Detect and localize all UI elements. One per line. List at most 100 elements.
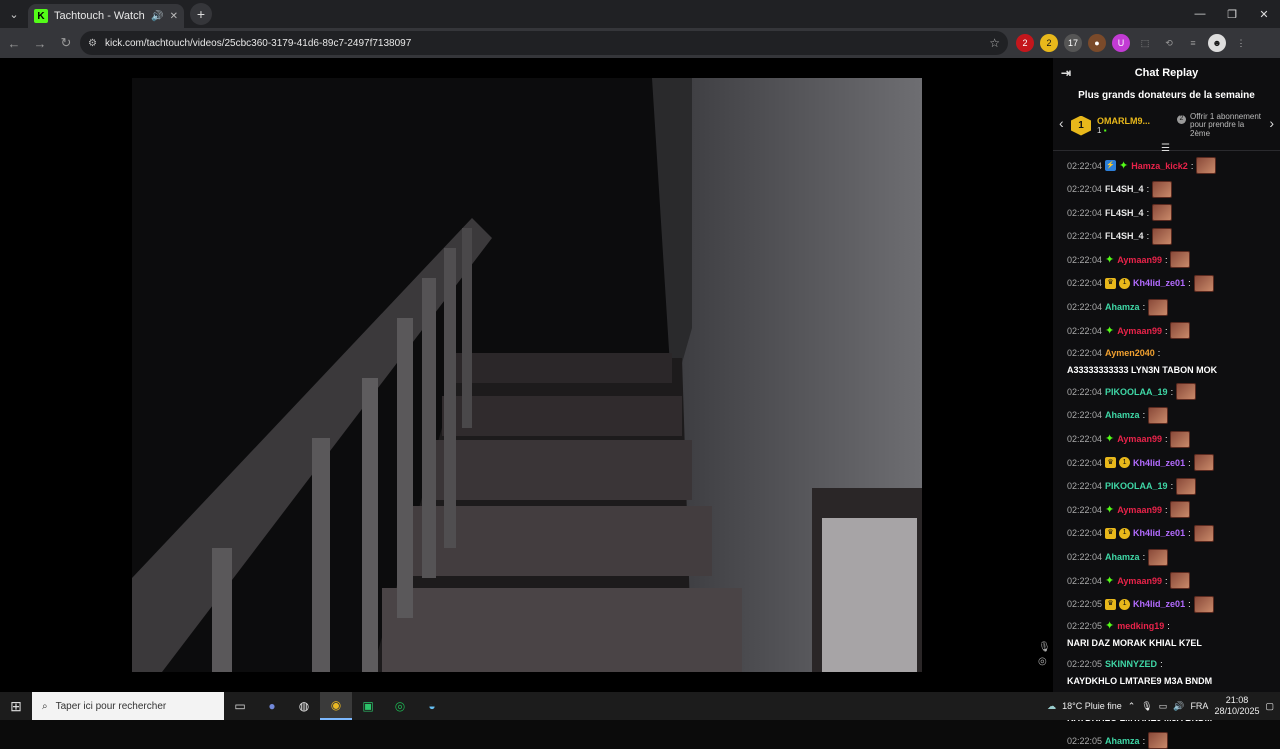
notifications-icon[interactable]: ▢	[1265, 701, 1274, 712]
emote-image[interactable]	[1170, 501, 1191, 519]
new-tab-button[interactable]: +	[190, 3, 212, 25]
message-username[interactable]: Aymaan99	[1117, 324, 1162, 338]
tab-search-button[interactable]: ⌄	[0, 0, 28, 28]
emote-image[interactable]	[1193, 454, 1214, 472]
url-text: kick.com/tachtouch/videos/25cbc360-3179-…	[104, 37, 412, 49]
message-username[interactable]: Aymaan99	[1117, 432, 1162, 446]
emote-image[interactable]	[1170, 251, 1191, 269]
microphone-tray-icon[interactable]: 🎙	[1141, 701, 1152, 712]
message-username[interactable]: SKINNYZED	[1105, 657, 1157, 671]
media-icon[interactable]: ≡	[1184, 34, 1202, 52]
username-colon: :	[1142, 552, 1146, 562]
message-username[interactable]: Aymen2040	[1105, 346, 1155, 360]
message-username[interactable]: FL4SH_4	[1105, 206, 1144, 220]
extension-red-icon[interactable]: 2	[1016, 34, 1034, 52]
prev-arrow-icon[interactable]: ‹	[1059, 115, 1064, 131]
message-username[interactable]: Kh4lid_ze01	[1133, 597, 1185, 611]
pinned-menu-icon[interactable]: ☰	[1161, 143, 1170, 154]
message-username[interactable]: Ahamza	[1105, 408, 1140, 422]
collapse-chat-icon[interactable]: ⇥	[1061, 66, 1071, 80]
message-username[interactable]: FL4SH_4	[1105, 182, 1144, 196]
network-icon[interactable]: ▭	[1159, 701, 1168, 712]
speaker-icon[interactable]: 🔊	[151, 11, 163, 22]
message-username[interactable]: PIKOOLAA_19	[1105, 479, 1168, 493]
emote-image[interactable]	[1152, 180, 1173, 198]
message-username[interactable]: Ahamza	[1105, 300, 1140, 314]
emote-image[interactable]	[1148, 548, 1169, 566]
taskbar-search[interactable]: ⌕ Taper ici pour rechercher	[32, 692, 224, 720]
task-view-icon[interactable]: ▭	[224, 692, 256, 720]
windows-start-icon[interactable]: ⊞	[0, 692, 32, 720]
cookie-extension-icon[interactable]: ●	[1088, 34, 1106, 52]
minimize-icon[interactable]: —	[1184, 0, 1216, 28]
emote-image[interactable]	[1176, 477, 1197, 495]
message-username[interactable]: Ahamza	[1105, 734, 1140, 748]
browser-toolbar: ← → ↻ ⚙ kick.com/tachtouch/videos/25cbc3…	[0, 28, 1280, 58]
message-username[interactable]: Aymaan99	[1117, 503, 1162, 517]
clock[interactable]: 21:08 28/10/2025	[1214, 695, 1259, 717]
chat-header: ⇥ Chat Replay	[1053, 58, 1280, 88]
emote-image[interactable]	[1193, 274, 1214, 292]
history-icon[interactable]: ⟲	[1160, 34, 1178, 52]
back-icon[interactable]: ←	[2, 31, 26, 55]
reload-icon[interactable]: ↻	[54, 31, 78, 55]
message-username[interactable]: Kh4lid_ze01	[1133, 276, 1185, 290]
video-player[interactable]: 🎙 ◎	[0, 58, 1053, 692]
donor-name[interactable]: OMARLM9...	[1097, 116, 1150, 126]
restore-icon[interactable]: ❐	[1216, 0, 1248, 28]
username-colon: :	[1164, 325, 1168, 336]
address-bar[interactable]: ⚙ kick.com/tachtouch/videos/25cbc360-317…	[80, 31, 1008, 55]
message-username[interactable]: Kh4lid_ze01	[1133, 456, 1185, 470]
emote-image[interactable]	[1148, 406, 1169, 424]
target-icon[interactable]: ◎	[1038, 656, 1047, 667]
chat-message: 02:22:04 ✦ Aymaan99:	[1067, 501, 1272, 519]
emote-image[interactable]	[1196, 157, 1217, 174]
tray-chevron-icon[interactable]: ⌃	[1128, 701, 1136, 712]
purple-extension-icon[interactable]: U	[1112, 34, 1130, 52]
emote-image[interactable]	[1170, 572, 1191, 590]
emote-image[interactable]	[1193, 524, 1214, 542]
message-username[interactable]: Kh4lid_ze01	[1133, 526, 1185, 540]
chat-message: 02:22:05 ✦ medking19: NARI DAZ MORAK KHIAL …	[1067, 619, 1272, 650]
message-username[interactable]: Aymaan99	[1117, 574, 1162, 588]
more-menu-icon[interactable]: ⋮	[1232, 34, 1250, 52]
emote-image[interactable]	[1193, 595, 1214, 613]
steam-icon[interactable]: ◒	[416, 692, 448, 720]
emote-image[interactable]	[1176, 383, 1197, 401]
site-info-icon[interactable]: ⚙	[88, 38, 97, 49]
volume-icon[interactable]: 🔊	[1173, 701, 1184, 712]
emote-image[interactable]	[1170, 430, 1191, 448]
browser-tab[interactable]: K Tachtouch - Watch the VOD 🔊 ✕	[28, 4, 184, 28]
discord-icon[interactable]: ●	[256, 692, 288, 720]
spotify-icon[interactable]: ◎	[384, 692, 416, 720]
message-username[interactable]: Hamza_kick2	[1131, 159, 1188, 173]
extension-yellow-icon[interactable]: 2	[1040, 34, 1058, 52]
emote-image[interactable]	[1170, 322, 1191, 340]
message-username[interactable]: FL4SH_4	[1105, 229, 1144, 243]
emote-image[interactable]	[1152, 204, 1173, 222]
puzzle-extensions-icon[interactable]: ⬚	[1136, 34, 1154, 52]
emote-image[interactable]	[1148, 298, 1169, 316]
bookmark-star-icon[interactable]: ☆	[989, 36, 1000, 50]
message-username[interactable]: Aymaan99	[1117, 253, 1162, 267]
forward-icon[interactable]: →	[28, 31, 52, 55]
next-arrow-icon[interactable]: ›	[1269, 115, 1274, 131]
message-username[interactable]: Ahamza	[1105, 550, 1140, 564]
close-window-icon[interactable]: ✕	[1248, 0, 1280, 28]
profile-avatar-icon[interactable]: ☻	[1208, 34, 1226, 52]
weather-text[interactable]: 18°C Pluie fine	[1062, 701, 1122, 711]
emote-image[interactable]	[1152, 227, 1173, 245]
close-tab-icon[interactable]: ✕	[170, 11, 178, 22]
crown-badge-icon: ♛	[1105, 527, 1117, 539]
message-username[interactable]: PIKOOLAA_19	[1105, 385, 1168, 399]
gift-sub-cta[interactable]: 2 Offrir 1 abonnement pour prendre la 2è…	[1177, 112, 1262, 138]
language-indicator[interactable]: FRA	[1190, 701, 1208, 711]
message-username[interactable]: medking19	[1117, 619, 1164, 633]
microphone-icon[interactable]: 🎙	[1038, 642, 1051, 653]
obs-icon[interactable]: ◍	[288, 692, 320, 720]
emote-image[interactable]	[1148, 732, 1169, 749]
chrome-icon[interactable]: ◉	[320, 692, 352, 720]
weather-icon[interactable]: ☁	[1047, 701, 1056, 712]
green-app-icon[interactable]: ▣	[352, 692, 384, 720]
calendar-extension-icon[interactable]: 17	[1064, 34, 1082, 52]
